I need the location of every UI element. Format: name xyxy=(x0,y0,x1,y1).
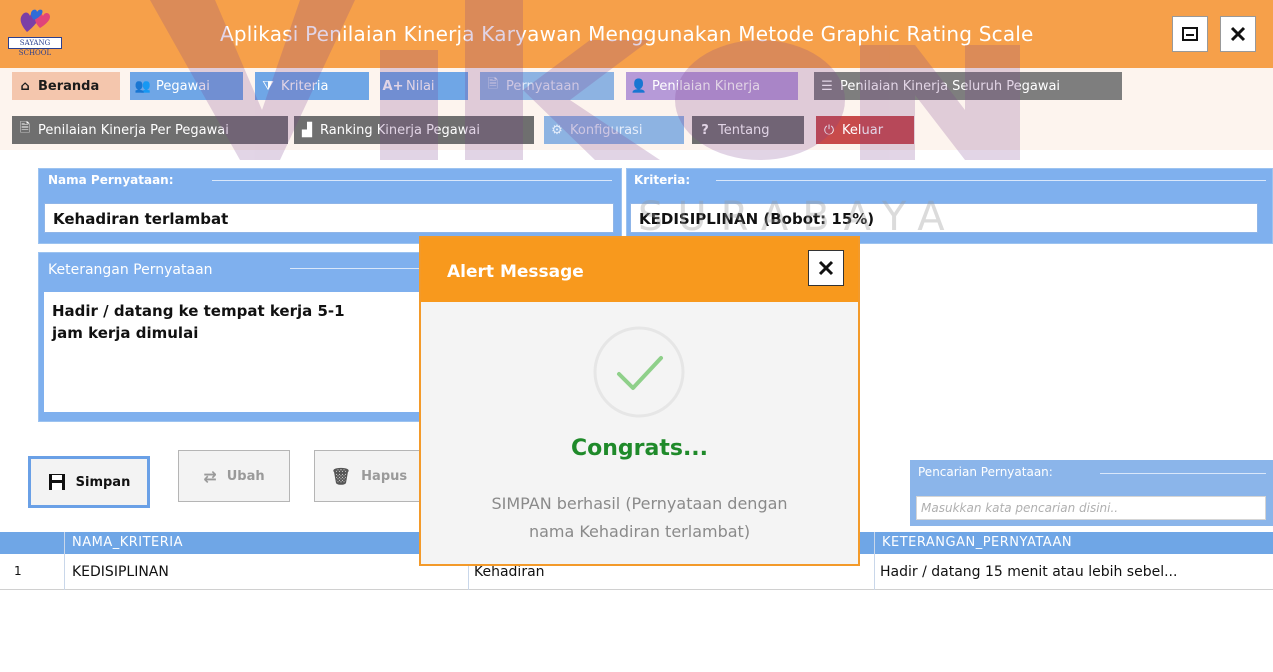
document-icon: 🗎 xyxy=(19,121,31,136)
menu-label: Beranda xyxy=(38,78,100,94)
users-icon: 👥 xyxy=(134,78,152,94)
alert-dialog: Alert Message Congrats... SIMPAN berhasi… xyxy=(419,236,860,566)
power-icon: ⏻ xyxy=(823,122,835,138)
kriteria-select[interactable]: KEDISIPLINAN (Bobot: 15%) xyxy=(630,203,1258,233)
column-divider xyxy=(64,532,65,590)
menu-keluar[interactable]: ⏻ Keluar xyxy=(816,116,914,144)
alert-close-button[interactable] xyxy=(808,250,844,286)
app-title: Aplikasi Penilaian Kinerja Karyawan Meng… xyxy=(220,22,1034,46)
menu-label: Konfigurasi xyxy=(570,122,643,138)
window-close-button[interactable] xyxy=(1220,16,1256,52)
menu-label: Ranking Kinerja Pegawai xyxy=(320,122,480,138)
menu-label: Kriteria xyxy=(281,78,329,94)
menu-label: Pernyataan xyxy=(506,78,580,94)
trash-icon: 🗑 xyxy=(330,466,352,486)
menu-beranda[interactable]: ⌂ Beranda xyxy=(12,72,120,100)
hapus-label: Hapus xyxy=(361,468,408,484)
menu-ranking[interactable]: ▟ Ranking Kinerja Pegawai xyxy=(294,116,534,144)
menu-tentang[interactable]: ? Tentang xyxy=(692,116,804,144)
minimize-button[interactable] xyxy=(1172,16,1208,52)
search-label: Pencarian Pernyataan: xyxy=(918,465,1053,479)
save-icon xyxy=(48,474,65,490)
nama-pernyataan-label: Nama Pernyataan: xyxy=(48,173,174,187)
home-icon: ⌂ xyxy=(20,78,30,94)
menu-pernyataan[interactable]: 🗎 Pernyataan xyxy=(480,72,614,100)
panel-border-line xyxy=(716,180,1266,181)
panel-border-line xyxy=(1100,473,1266,474)
ubah-label: Ubah xyxy=(226,468,265,484)
nama-pernyataan-input[interactable]: Kehadiran terlambat xyxy=(44,203,614,233)
menu-konfigurasi[interactable]: ⚙ Konfigurasi xyxy=(544,116,684,144)
alert-header: Alert Message xyxy=(421,238,858,302)
menu-label: Tentang xyxy=(718,122,770,138)
cell-kriteria: KEDISIPLINAN xyxy=(72,564,169,580)
cell-keterangan: Hadir / datang 15 menit atau lebih sebel… xyxy=(880,564,1178,580)
keterangan-label: Keterangan Pernyataan xyxy=(48,262,213,278)
minimize-icon xyxy=(1182,27,1198,41)
logo-text: SAYANG SCHOOL xyxy=(8,37,62,57)
menu-label: Pegawai xyxy=(156,78,210,94)
ranking-icon: ▟ xyxy=(302,122,312,138)
column-header[interactable]: KETERANGAN_PERNYATAAN xyxy=(882,535,1072,550)
column-divider xyxy=(874,532,875,590)
simpan-button[interactable]: Simpan xyxy=(28,456,150,508)
menu-label: Penilaian Kinerja xyxy=(652,78,761,94)
menu-kriteria[interactable]: ⧩ Kriteria xyxy=(255,72,369,100)
filter-icon: ⧩ xyxy=(262,78,274,94)
simpan-label: Simpan xyxy=(75,474,131,490)
close-icon xyxy=(818,260,834,276)
menu-penilaian-seluruh[interactable]: ☰ Penilaian Kinerja Seluruh Pegawai xyxy=(814,72,1122,100)
menu-pegawai[interactable]: 👥 Pegawai xyxy=(130,72,243,100)
app-logo: SAYANG SCHOOL xyxy=(8,6,62,60)
row-number: 1 xyxy=(14,564,22,578)
alert-message: SIMPAN berhasil (Pernyataan dengan nama … xyxy=(421,490,858,546)
gear-icon: ⚙ xyxy=(551,122,563,138)
alert-message-line-1: SIMPAN berhasil (Pernyataan dengan xyxy=(491,494,788,513)
alert-heading: Congrats... xyxy=(570,436,709,461)
kriteria-label: Kriteria: xyxy=(634,173,691,187)
menu-penilaian-kinerja[interactable]: 👤 Penilaian Kinerja xyxy=(626,72,798,100)
close-icon xyxy=(1230,26,1246,42)
menu-label: Penilaian Kinerja Per Pegawai xyxy=(38,122,229,138)
question-icon: ? xyxy=(701,122,709,138)
panel-border-line xyxy=(212,180,612,181)
alert-message-line-2: nama Kehadiran terlambat) xyxy=(528,522,751,541)
menu-label: Penilaian Kinerja Seluruh Pegawai xyxy=(840,78,1061,94)
hearts-logo-icon xyxy=(20,9,50,32)
document-icon: 🗎 xyxy=(487,77,499,92)
hapus-button[interactable]: 🗑 Hapus xyxy=(314,450,424,502)
menu-penilaian-per-pegawai[interactable]: 🗎 Penilaian Kinerja Per Pegawai xyxy=(12,116,288,144)
person-icon: 👤 xyxy=(630,78,648,94)
list-icon: ☰ xyxy=(821,78,833,94)
grade-icon: A+ xyxy=(382,78,404,94)
search-input[interactable]: Masukkan kata pencarian disini.. xyxy=(916,496,1266,520)
menu-label: Nilai xyxy=(406,78,435,94)
column-header[interactable]: NAMA_KRITERIA xyxy=(72,535,183,550)
menu-label: Keluar xyxy=(842,122,884,138)
title-bar: SAYANG SCHOOL Aplikasi Penilaian Kinerja… xyxy=(0,0,1273,68)
alert-title: Alert Message xyxy=(447,262,584,282)
success-check-icon xyxy=(593,326,685,418)
ubah-button[interactable]: ⇄ Ubah xyxy=(178,450,290,502)
swap-icon: ⇄ xyxy=(203,466,217,486)
cell-nama: Kehadiran xyxy=(474,564,545,580)
menu-nilai[interactable]: A+ Nilai xyxy=(380,72,468,100)
